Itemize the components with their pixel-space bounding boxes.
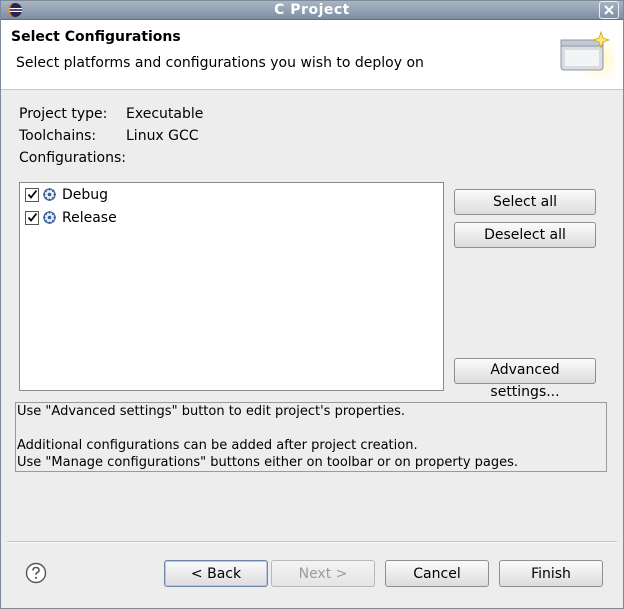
configuration-gear-icon [43,211,56,224]
select-all-button[interactable]: Select all [454,189,596,215]
info-line-manage: Use "Manage configurations" buttons eith… [17,455,519,470]
deselect-all-button[interactable]: Deselect all [454,222,596,248]
wizard-header: Select Configurations Select platforms a… [1,20,623,90]
toolchains-value: Linux GCC [126,128,199,144]
list-item-release[interactable]: Release [24,209,324,229]
toolchains-label: Toolchains: [19,128,97,144]
close-button[interactable] [599,1,619,19]
info-line-advanced: Use "Advanced settings" button to edit p… [17,404,406,419]
list-item-debug[interactable]: Debug [24,186,324,206]
next-button[interactable]: Next > [271,560,375,587]
configuration-gear-icon [43,188,56,201]
title-bar[interactable]: C Project [1,1,623,20]
list-item-label: Release [62,210,117,226]
info-line-additional: Additional configurations can be added a… [17,438,418,453]
cancel-button[interactable]: Cancel [385,560,489,587]
page-title: Select Configurations [11,29,181,45]
window-title: C Project [274,2,350,18]
footer-divider [7,541,617,543]
advanced-settings-button[interactable]: Advanced settings... [454,358,596,400]
c-project-dialog: C Project Select Configurations Select p… [0,0,624,609]
checkmark-icon [27,212,38,222]
configurations-list[interactable]: Debug Release [19,182,444,391]
page-description: Select platforms and configurations you … [16,55,424,71]
release-checkbox[interactable] [25,211,39,225]
list-item-label: Debug [62,187,109,203]
finish-button[interactable]: Finish [499,560,603,587]
back-button[interactable]: < Back [164,560,268,587]
configurations-label: Configurations: [19,150,126,166]
project-type-value: Executable [126,106,204,122]
wizard-banner-icon [559,30,615,80]
project-type-label: Project type: [19,106,108,122]
debug-checkbox[interactable] [25,188,39,202]
help-icon[interactable] [25,562,47,584]
checkmark-icon [27,189,38,199]
info-message-box: Use "Advanced settings" button to edit p… [15,402,607,472]
close-icon [604,5,614,15]
